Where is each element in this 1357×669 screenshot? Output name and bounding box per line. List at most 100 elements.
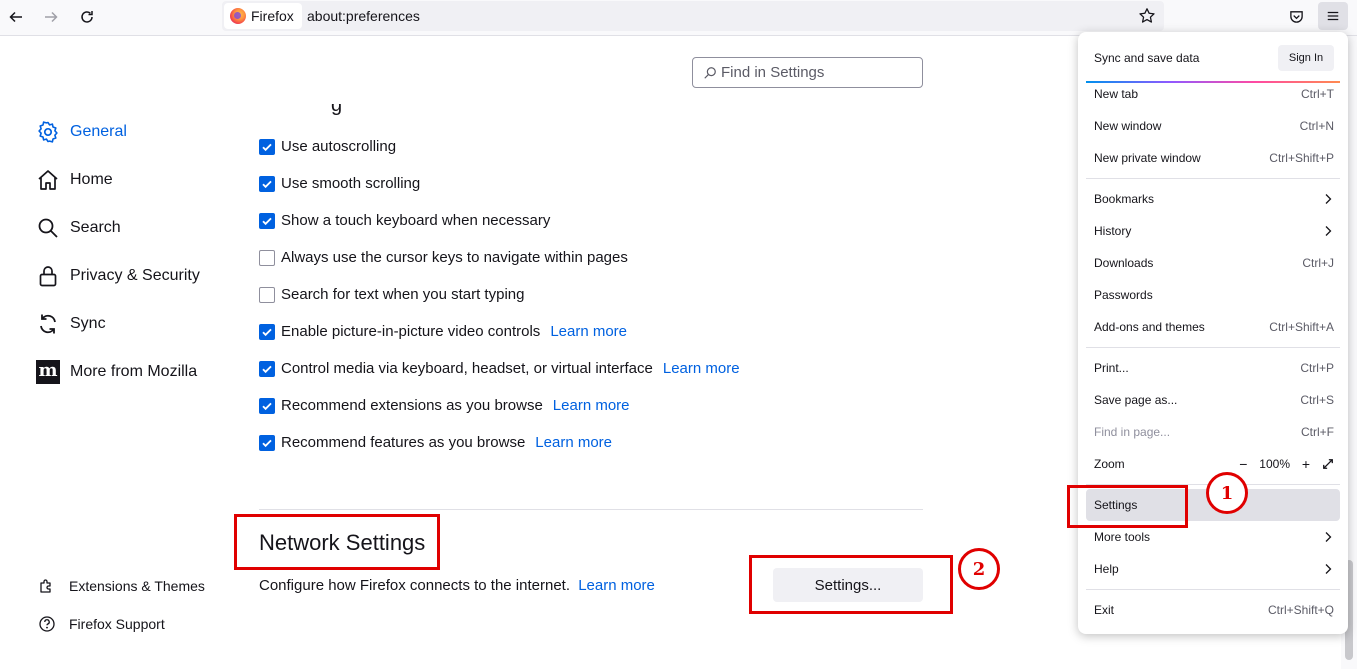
find-in-settings[interactable] [692, 57, 923, 88]
option-label: Show a touch keyboard when necessary [281, 212, 551, 229]
checkbox-checked[interactable] [259, 434, 275, 451]
learn-more-link[interactable]: Learn more [550, 323, 627, 340]
menu-item-shortcut: Ctrl+Shift+Q [1267, 603, 1334, 617]
hamburger-icon [1327, 11, 1339, 21]
menu-item-label: Zoom [1094, 457, 1125, 471]
checkmark-icon [262, 439, 272, 447]
checkmark-icon [262, 328, 272, 336]
back-arrow-icon [9, 11, 22, 23]
identity-label: Firefox [251, 8, 294, 24]
sidebar-item-home[interactable]: Home [36, 168, 113, 192]
zoom-in-button[interactable]: + [1298, 456, 1314, 472]
zoom-level[interactable]: 100% [1259, 457, 1290, 471]
checkbox-checked[interactable] [259, 397, 275, 414]
sidebar-footer-extensions[interactable]: Extensions & Themes [38, 577, 205, 595]
menu-item-help[interactable]: Help [1094, 558, 1334, 580]
sync-row[interactable]: Sync and save data Sign In [1094, 42, 1334, 74]
sidebar-item-more-from-mozilla[interactable]: m More from Mozilla [36, 360, 197, 384]
learn-more-link[interactable]: Learn more [553, 397, 630, 414]
learn-more-link[interactable]: Learn more [663, 360, 740, 377]
bookmark-star-button[interactable] [1136, 6, 1158, 26]
option-label: Enable picture-in-picture video controls [281, 323, 541, 340]
menu-item-passwords[interactable]: Passwords [1094, 284, 1334, 306]
menu-item-save-page[interactable]: Save page as... Ctrl+S [1094, 389, 1334, 411]
sidebar-item-label: Home [70, 171, 113, 188]
menu-item-shortcut: Ctrl+F [1301, 425, 1334, 439]
menu-item-find-in-page[interactable]: Find in page... Ctrl+F [1094, 421, 1334, 443]
checkbox-checked[interactable] [259, 323, 275, 340]
puzzle-icon [40, 579, 51, 593]
menu-item-bookmarks[interactable]: Bookmarks [1094, 188, 1334, 210]
search-icon [704, 66, 716, 79]
url-text[interactable]: about:preferences [307, 8, 420, 24]
option-cursor-keys[interactable]: Always use the cursor keys to navigate w… [259, 249, 628, 266]
menu-item-more-tools[interactable]: More tools [1094, 526, 1334, 548]
menu-separator [1086, 347, 1340, 348]
checkbox-checked[interactable] [259, 212, 275, 229]
sidebar-footer-support[interactable]: Firefox Support [38, 615, 165, 633]
menu-item-label: New window [1094, 119, 1162, 133]
menu-separator [1086, 589, 1340, 590]
section-heading-clipped: g [331, 104, 343, 116]
mozilla-logo: m [36, 360, 60, 384]
menu-item-label: Downloads [1094, 256, 1154, 270]
option-search-typing[interactable]: Search for text when you start typing [259, 286, 524, 303]
search-input[interactable] [721, 64, 911, 81]
option-autoscrolling[interactable]: Use autoscrolling [259, 138, 396, 155]
network-learn-more-link[interactable]: Learn more [578, 577, 655, 594]
sidebar-item-label: Sync [70, 315, 106, 332]
menu-item-new-tab[interactable]: New tab Ctrl+T [1094, 83, 1334, 105]
chevron-right-icon [1325, 532, 1332, 542]
pocket-button[interactable] [1286, 6, 1306, 26]
option-media-control[interactable]: Control media via keyboard, headset, or … [259, 360, 740, 377]
menu-item-label: Help [1094, 562, 1119, 576]
forward-arrow-icon [45, 11, 58, 23]
help-icon [39, 616, 55, 632]
zoom-controls: − 100% + [1235, 456, 1334, 472]
menu-item-exit[interactable]: Exit Ctrl+Shift+Q [1094, 599, 1334, 621]
menu-item-history[interactable]: History [1094, 220, 1334, 242]
zoom-out-button[interactable]: − [1235, 456, 1251, 472]
menu-item-addons-themes[interactable]: Add-ons and themes Ctrl+Shift+A [1094, 316, 1334, 338]
sidebar-item-search[interactable]: Search [36, 216, 121, 240]
checkbox-checked[interactable] [259, 360, 275, 377]
menu-item-label: Find in page... [1094, 425, 1171, 439]
menu-item-label: Passwords [1094, 288, 1153, 302]
menu-item-shortcut: Ctrl+Shift+P [1269, 151, 1334, 165]
option-smooth-scrolling[interactable]: Use smooth scrolling [259, 175, 420, 192]
checkmark-icon [262, 143, 272, 151]
menu-item-label: Bookmarks [1094, 192, 1155, 206]
option-touch-keyboard[interactable]: Show a touch keyboard when necessary [259, 212, 550, 229]
menu-item-new-window[interactable]: New window Ctrl+N [1094, 115, 1334, 137]
menu-item-shortcut: Ctrl+S [1300, 393, 1334, 407]
learn-more-link[interactable]: Learn more [535, 434, 612, 451]
fullscreen-icon[interactable] [1322, 458, 1334, 470]
checkbox-checked[interactable] [259, 175, 275, 192]
sidebar-item-general[interactable]: General [36, 120, 127, 144]
option-picture-in-picture[interactable]: Enable picture-in-picture video controls… [259, 323, 627, 340]
checkbox-checked[interactable] [259, 138, 275, 155]
checkmark-icon [262, 402, 272, 410]
menu-item-label: History [1094, 224, 1132, 238]
sidebar-item-label: More from Mozilla [70, 363, 198, 380]
reload-button[interactable] [73, 4, 101, 30]
sidebar-item-privacy[interactable]: Privacy & Security [36, 264, 200, 288]
sidebar-item-sync[interactable]: Sync [36, 312, 106, 336]
forward-button[interactable] [37, 4, 65, 30]
checkbox-unchecked[interactable] [259, 249, 275, 266]
back-button[interactable] [2, 4, 30, 30]
gear-icon [38, 121, 58, 143]
checkbox-unchecked[interactable] [259, 286, 275, 303]
menu-item-new-private-window[interactable]: New private window Ctrl+Shift+P [1094, 147, 1334, 169]
sign-in-button[interactable]: Sign In [1278, 45, 1334, 71]
identity-box[interactable]: Firefox [224, 3, 302, 29]
chevron-right-icon [1325, 226, 1332, 236]
chevron-right-icon [1325, 564, 1332, 574]
menu-item-print[interactable]: Print... Ctrl+P [1094, 357, 1334, 379]
menu-item-zoom: Zoom − 100% + [1094, 453, 1334, 475]
option-recommend-extensions[interactable]: Recommend extensions as you browse Learn… [259, 397, 630, 414]
option-recommend-features[interactable]: Recommend features as you browse Learn m… [259, 434, 612, 451]
app-menu-button[interactable] [1318, 2, 1348, 30]
option-label: Recommend features as you browse [281, 434, 526, 451]
menu-item-downloads[interactable]: Downloads Ctrl+J [1094, 252, 1334, 274]
